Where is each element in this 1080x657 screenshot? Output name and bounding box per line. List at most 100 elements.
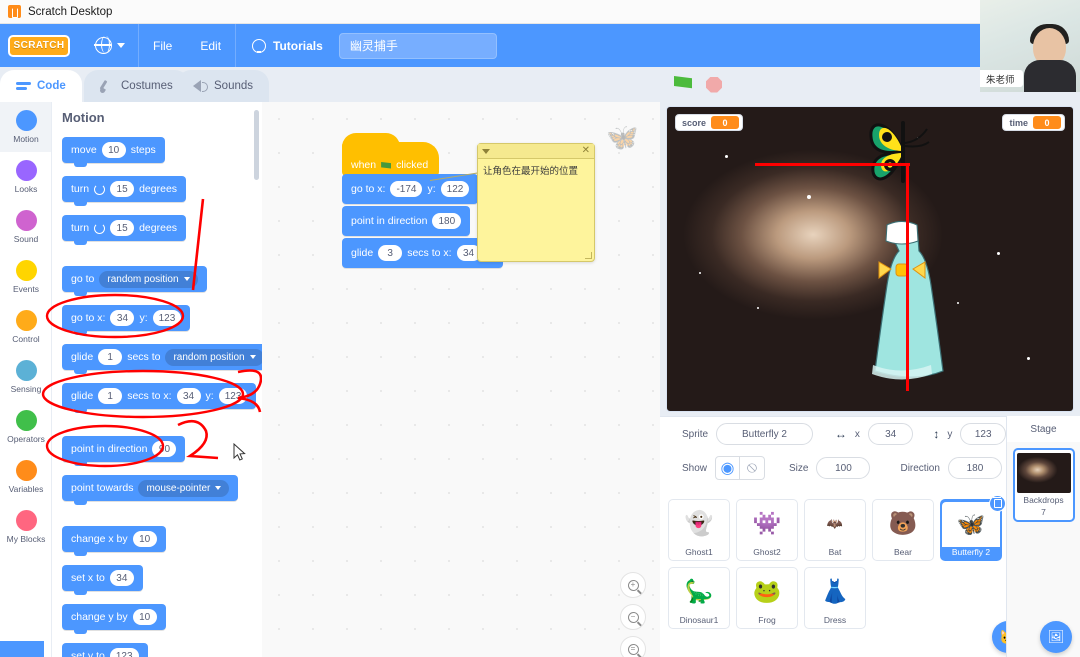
red-annotation-horizontal: [755, 163, 910, 166]
go-to-x-input[interactable]: 34: [110, 310, 135, 326]
script-comment[interactable]: ✕ 让角色在最开始的位置: [477, 143, 595, 262]
sidebar-item-operators[interactable]: Operators: [0, 402, 51, 452]
palette-block-point-in-direction[interactable]: point in direction 90: [62, 436, 186, 466]
script-block-point-in-direction[interactable]: point in direction 180: [342, 206, 471, 236]
palette-block-point-towards[interactable]: point towards mouse-pointer: [62, 475, 239, 505]
script-go-to-y-label: y:: [427, 183, 436, 195]
sidebar-item-my-blocks[interactable]: My Blocks: [0, 502, 51, 552]
stage-sprite-butterfly[interactable]: [867, 113, 939, 191]
palette-block-glide-target[interactable]: glide 1 secs to random position: [62, 344, 262, 374]
stage[interactable]: score 0 time 0: [666, 106, 1074, 412]
tab-costumes[interactable]: Costumes: [84, 70, 189, 102]
glide-x-input[interactable]: 34: [176, 388, 201, 404]
script-point-direction-input[interactable]: 180: [432, 213, 462, 229]
sprite-tile-butterfly-2[interactable]: 🦋 Butterfly 2: [940, 495, 1006, 561]
zoom-reset-button[interactable]: =: [620, 636, 646, 657]
script-block-go-to-xy[interactable]: go to x: -174 y: 122: [342, 174, 479, 204]
script-go-to-x-input[interactable]: -174: [390, 181, 423, 197]
sprite-label-ghost2: Ghost2: [753, 547, 781, 557]
script-glide-secs-input[interactable]: 3: [378, 245, 403, 261]
add-backdrop-button[interactable]: 🖼: [1040, 621, 1072, 653]
glide-secs-input[interactable]: 1: [98, 349, 123, 365]
menu-edit[interactable]: Edit: [186, 24, 235, 67]
stop-button[interactable]: [706, 76, 722, 93]
monitor-time[interactable]: time 0: [1002, 114, 1065, 131]
set-x-input[interactable]: 34: [109, 570, 134, 586]
stage-sprite-dress[interactable]: [855, 217, 949, 389]
hide-sprite-button[interactable]: ⦸: [740, 456, 766, 480]
sprite-x-input[interactable]: 34: [867, 423, 914, 445]
sprite-tile-frog[interactable]: 🐸 Frog: [736, 567, 798, 629]
point-towards-dropdown[interactable]: mouse-pointer: [138, 479, 230, 497]
stage-card[interactable]: Backdrops 7: [1012, 448, 1075, 522]
point-direction-input[interactable]: 90: [152, 441, 177, 457]
code-workspace[interactable]: when clicked go to x: -174 y: 122 point …: [262, 102, 660, 657]
script-go-to-y-input[interactable]: 122: [440, 181, 470, 197]
language-selector[interactable]: [82, 36, 138, 54]
set-y-input[interactable]: 123: [109, 648, 139, 657]
zoom-in-button[interactable]: +: [620, 572, 646, 598]
palette-block-turn-right[interactable]: turn 15 degrees: [62, 176, 187, 206]
glide-target-dropdown[interactable]: random position: [165, 348, 262, 366]
show-sprite-button[interactable]: ◉: [715, 456, 741, 480]
tab-sounds[interactable]: Sounds: [177, 70, 270, 102]
palette-block-set-x-to[interactable]: set x to 34: [62, 565, 143, 595]
palette-block-glide-xy[interactable]: glide 1 secs to x: 34 y: 123: [62, 383, 257, 413]
script-hat-when-flag-clicked[interactable]: when clicked: [342, 133, 439, 176]
sidebar-item-motion[interactable]: Motion: [0, 102, 51, 152]
sensing-color-dot: [15, 360, 37, 381]
sidebar-item-sensing[interactable]: Sensing: [0, 352, 51, 402]
sprite-direction-input[interactable]: 180: [947, 457, 1002, 479]
scratch-menu-bar: SCRATCH File Edit Tutorials 幽灵捕手: [0, 24, 1080, 67]
change-x-input[interactable]: 10: [132, 531, 157, 547]
red-annotation-vertical: [906, 163, 909, 391]
caret-down-icon[interactable]: [482, 148, 490, 154]
sprite-tile-ghost2[interactable]: 👾 Ghost2: [736, 499, 798, 561]
palette-block-change-y-by[interactable]: change y by 10: [62, 604, 166, 634]
sprite-tile-bat[interactable]: 🦇 Bat: [804, 499, 866, 561]
monitor-score[interactable]: score 0: [675, 114, 744, 131]
sprite-tile-bear[interactable]: 🐻 Bear: [872, 499, 934, 561]
add-backdrop-icon: 🖼: [1047, 629, 1065, 644]
palette-scrollbar[interactable]: [254, 110, 259, 180]
palette-block-set-y-to[interactable]: set y to 123: [62, 643, 148, 657]
glide-y-input[interactable]: 123: [218, 388, 248, 404]
delete-sprite-button[interactable]: [989, 495, 1006, 512]
turn-right-degrees-input[interactable]: 15: [110, 181, 135, 197]
menu-file[interactable]: File: [139, 24, 186, 67]
sound-color-dot: [15, 210, 37, 231]
chevron-down-icon: [183, 277, 190, 281]
turn-left-degrees-input[interactable]: 15: [110, 220, 135, 236]
glide-secs-to-x-label: secs to x:: [127, 390, 172, 402]
move-steps-input[interactable]: 10: [101, 142, 126, 158]
project-name-input[interactable]: 幽灵捕手: [338, 32, 497, 59]
sprite-tile-ghost1[interactable]: 👻 Ghost1: [668, 499, 730, 561]
palette-block-go-to-xy[interactable]: go to x: 34 y: 123: [62, 305, 191, 335]
tab-code[interactable]: Code: [0, 70, 82, 102]
sidebar-item-events[interactable]: Events: [0, 252, 51, 302]
go-to-y-input[interactable]: 123: [152, 310, 182, 326]
change-y-input[interactable]: 10: [132, 609, 157, 625]
comment-resize-grip[interactable]: [585, 252, 592, 259]
sidebar-item-control[interactable]: Control: [0, 302, 51, 352]
green-flag-button[interactable]: [674, 76, 692, 89]
go-to-target-dropdown[interactable]: random position: [99, 270, 198, 288]
block-palette[interactable]: Motion move 10 steps turn 15 degrees tur…: [52, 102, 262, 657]
palette-block-go-to-target[interactable]: go to random position: [62, 266, 207, 296]
glide-xy-secs-input[interactable]: 1: [98, 388, 123, 404]
sidebar-item-sound[interactable]: Sound: [0, 202, 51, 252]
zoom-out-button[interactable]: −: [620, 604, 646, 630]
sprite-tile-dress[interactable]: 👗 Dress: [804, 567, 866, 629]
tutorials-button[interactable]: Tutorials: [236, 38, 339, 53]
sprite-size-input[interactable]: 100: [816, 457, 871, 479]
sprite-y-input[interactable]: 123: [960, 423, 1006, 445]
sidebar-item-variables[interactable]: Variables: [0, 452, 51, 502]
sprite-name-input[interactable]: Butterfly 2: [716, 423, 813, 445]
palette-block-turn-left[interactable]: turn 15 degrees: [62, 215, 187, 245]
sprite-tile-dinosaur1[interactable]: 🦕 Dinosaur1: [668, 567, 730, 629]
palette-block-change-x-by[interactable]: change x by 10: [62, 526, 166, 556]
palette-block-move-steps[interactable]: move 10 steps: [62, 137, 165, 167]
chevron-down-icon: [117, 43, 125, 48]
sidebar-item-looks[interactable]: Looks: [0, 152, 51, 202]
close-icon[interactable]: ✕: [582, 146, 590, 156]
